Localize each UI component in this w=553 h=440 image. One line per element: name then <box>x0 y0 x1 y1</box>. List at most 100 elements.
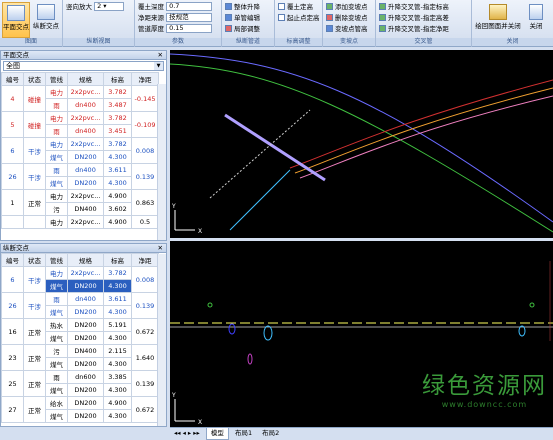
tab-nav-arrows[interactable]: ◂◂ ◂ ▸ ▸▸ <box>170 428 204 439</box>
cross-by-diff-button[interactable]: 升降交叉管-指定高差 <box>379 13 449 23</box>
table-row[interactable]: 1 正常 电力 2x2pvc... 4.900 0.863 <box>1 189 159 216</box>
vertical-scrollbar[interactable] <box>157 84 166 240</box>
tab-model[interactable]: 模型 <box>205 428 229 440</box>
dwg-icon <box>489 4 507 20</box>
cell-pipe: 给水 <box>45 396 68 410</box>
axis-y-label: Y <box>171 203 176 210</box>
cell-elev: 3.487 <box>103 98 132 112</box>
close-icon[interactable]: ✕ <box>158 51 163 60</box>
export-close-button[interactable]: 绘回图面并关闭 <box>474 2 522 38</box>
wall-thickness-input[interactable]: 0.15 <box>166 24 213 33</box>
table-row[interactable]: 5 碰撞 电力 2x2pvc... 3.782 -0.109 <box>1 111 159 138</box>
cell-status: 正常 <box>23 344 46 371</box>
watermark: 绿色资源网 www.downcc.com <box>422 373 547 409</box>
endpoint-set-height-button[interactable]: 起止点定高 <box>278 13 320 23</box>
col-header[interactable]: 编号 <box>1 253 24 267</box>
table-row[interactable]: 16 正常 热水 DN200 5.191 0.672 <box>1 318 159 345</box>
col-header[interactable]: 净距 <box>131 253 159 267</box>
adjust-icon <box>225 25 232 32</box>
edit-single-button[interactable]: 单管编辑 <box>225 13 260 23</box>
profile-canvas[interactable]: Y X 绿色资源网 www.downcc.com <box>170 241 553 427</box>
table-row[interactable]: 25 正常雨 dn600 3.385 0.139 <box>1 370 159 397</box>
table-row[interactable]: 电力 2x2pvc... 4.900 0.5 <box>1 215 159 229</box>
table-row[interactable]: 6 干涉 电力 2x2pvc... 3.782 0.008 <box>1 137 159 164</box>
col-header[interactable]: 规格 <box>67 72 104 86</box>
pipe-line-red <box>289 79 553 169</box>
lift-all-button[interactable]: 整体升降 <box>225 2 260 12</box>
cell-pipe: 雨 <box>45 163 68 177</box>
cover-depth-input[interactable]: 0.7 <box>166 2 213 11</box>
table-row[interactable]: 6 干涉 电力 2x2pvc... 3.782 0.008 <box>1 266 159 293</box>
tab-layout2[interactable]: 布局2 <box>258 428 283 439</box>
cell-elev: 4.300 <box>103 176 132 190</box>
col-header[interactable]: 标高 <box>103 253 132 267</box>
col-header[interactable]: 编号 <box>1 72 24 86</box>
col-header[interactable]: 规格 <box>67 253 104 267</box>
ribbon-group-params: 覆土深度 0.7 净距来源 技规范 管道厚度 0.15 参数 <box>135 0 222 47</box>
tab-layout1[interactable]: 布局1 <box>231 428 256 439</box>
cell-pipe: 热水 <box>45 318 68 332</box>
pipe-line-orange <box>294 87 553 174</box>
pipe-section <box>228 323 236 335</box>
delete-vertex-button[interactable]: 删除变坡点 <box>326 13 368 23</box>
cell-spec: dn600 <box>67 370 104 384</box>
col-header[interactable]: 状态 <box>23 72 46 86</box>
col-header[interactable]: 净距 <box>131 72 159 86</box>
cell-spec: 2x2pvc... <box>67 189 104 203</box>
cell-spec: dn400 <box>67 292 104 306</box>
close-icon[interactable]: ✕ <box>158 244 163 253</box>
local-adjust-button[interactable]: 局部调整 <box>225 24 260 34</box>
cell-spec: DN200 <box>67 150 104 164</box>
cell-elev: 4.300 <box>103 305 132 319</box>
cell-elev: 4.300 <box>103 409 132 423</box>
cross-by-elevation-button[interactable]: 升降交叉管-指定标高 <box>379 2 449 12</box>
cell-id: 26 <box>1 292 24 319</box>
cell-clearance: 0.863 <box>131 189 159 216</box>
cell-spec: DN400 <box>67 344 104 358</box>
plan-drawing: Y X <box>170 53 553 235</box>
table-row[interactable]: 23 正常污 DN400 2.115 1.640 <box>1 344 159 371</box>
vertex-height-button[interactable]: 变坡点管高 <box>326 24 368 34</box>
vertical-scrollbar[interactable] <box>157 254 166 426</box>
profile-intersect-button[interactable]: 纵断交点 <box>32 2 60 38</box>
scale-select[interactable]: 2 ▾ <box>94 2 125 11</box>
cover-depth-label: 覆土深度 <box>138 3 164 11</box>
cell-clearance: 0.008 <box>131 137 159 164</box>
table-row[interactable]: 26 干涉雨 dn400 3.611 0.139 <box>1 292 159 319</box>
col-header[interactable]: 管线 <box>45 72 68 86</box>
vertex-icon <box>326 25 333 32</box>
cell-pipe: 雨 <box>45 292 68 306</box>
close-button[interactable]: 关闭 <box>524 2 548 38</box>
cell-id: 6 <box>1 266 24 293</box>
cell-elev: 3.782 <box>103 137 132 151</box>
col-header[interactable]: 状态 <box>23 253 46 267</box>
cross-by-clearance-button[interactable]: 升降交叉管-指定净距 <box>379 24 449 34</box>
plan-canvas[interactable]: Y X <box>170 50 553 238</box>
add-vertex-button[interactable]: 添加变坡点 <box>326 2 368 12</box>
panel-title: 纵断交点 ✕ <box>1 244 166 253</box>
table-row[interactable]: 26 干涉雨 dn400 3.611 0.139 <box>1 163 159 190</box>
filter-select[interactable]: 全图 ▼ <box>3 61 164 71</box>
cell-pipe: 雨 <box>45 124 68 138</box>
table-row[interactable]: 27 正常 给水 DN200 4.900 0.672 <box>1 396 159 423</box>
cell-clearance: 0.5 <box>131 215 159 229</box>
cell-spec: dn400 <box>67 163 104 177</box>
clearance-source-select[interactable]: 技规范 <box>166 13 213 22</box>
cell-id: 23 <box>1 344 24 371</box>
cell-clearance: -0.145 <box>131 85 159 112</box>
endpoint-icon <box>278 14 285 21</box>
cell-spec: DN200 <box>67 318 104 332</box>
col-header[interactable]: 标高 <box>103 72 132 86</box>
add-icon <box>326 3 333 10</box>
cell-status: 正常 <box>23 189 46 216</box>
cell-id: 25 <box>1 370 24 397</box>
cell-pipe: 煤气 <box>45 279 68 293</box>
group-title: 变坡点 <box>323 38 375 46</box>
col-header[interactable]: 管线 <box>45 253 68 267</box>
plan-intersect-button[interactable]: 平面交点 <box>2 2 30 38</box>
cell-spec: dn400 <box>67 98 104 112</box>
cover-set-height-button[interactable]: 覆土定高 <box>278 2 313 12</box>
cell-spec: dn400 <box>67 124 104 138</box>
table-row[interactable]: 4 碰撞 电力 2x2pvc... 3.782 -0.145 <box>1 85 159 112</box>
ribbon-group-view: 平面交点 纵断交点 图面 <box>0 0 63 47</box>
